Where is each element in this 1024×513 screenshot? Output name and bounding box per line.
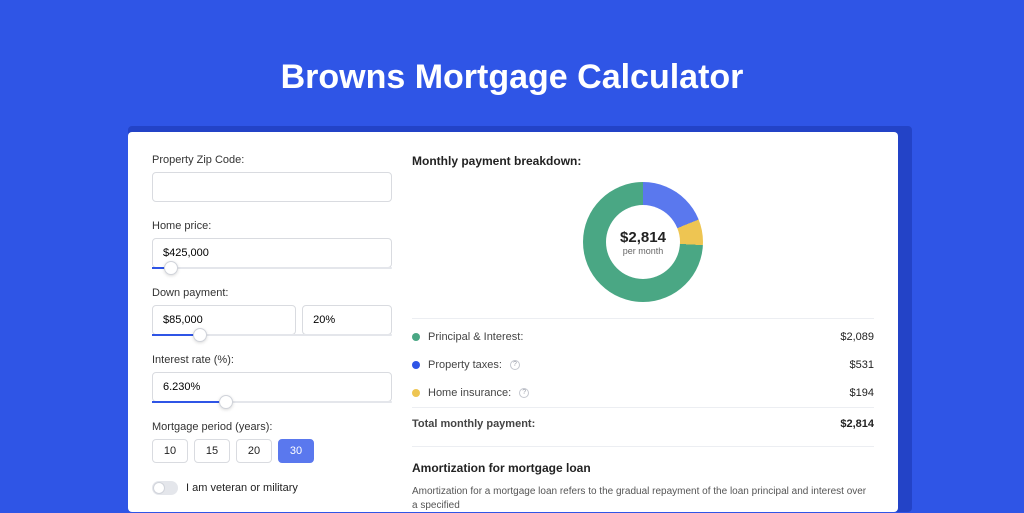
home-price-slider[interactable] [152,267,392,269]
interest-label: Interest rate (%): [152,354,392,366]
interest-group: Interest rate (%): [152,354,392,403]
home-price-group: Home price: [152,220,392,269]
amortization-title: Amortization for mortgage loan [412,461,874,475]
donut-center: $2,814 per month [606,205,680,279]
breakdown-column: Monthly payment breakdown: $2,814 per mo… [412,154,874,512]
slider-thumb[interactable] [219,395,233,409]
page-title: Browns Mortgage Calculator [0,0,1024,119]
down-payment-pct-input[interactable] [302,305,392,335]
period-row: 10 15 20 30 [152,439,392,463]
slider-thumb[interactable] [164,261,178,275]
period-option-15[interactable]: 15 [194,439,230,463]
zip-label: Property Zip Code: [152,154,392,166]
legend-row-taxes: Property taxes: ? $531 [412,351,874,379]
legend: Principal & Interest: $2,089 Property ta… [412,318,874,438]
legend-value: $2,089 [840,331,874,343]
help-icon[interactable]: ? [519,388,529,398]
legend-row-insurance: Home insurance: ? $194 [412,379,874,407]
dot-icon [412,361,420,369]
legend-label: Property taxes: [428,359,502,371]
form-column: Property Zip Code: Home price: Down paym… [152,154,392,512]
donut-sub: per month [623,246,664,256]
veteran-toggle[interactable] [152,481,178,495]
period-group: Mortgage period (years): 10 15 20 30 [152,421,392,463]
breakdown-title: Monthly payment breakdown: [412,154,874,168]
donut-amount: $2,814 [620,229,666,246]
legend-value: $531 [850,359,874,371]
calculator-panel: Property Zip Code: Home price: Down paym… [128,132,898,512]
interest-slider[interactable] [152,401,392,403]
slider-thumb[interactable] [193,328,207,342]
down-payment-group: Down payment: [152,287,392,336]
period-option-10[interactable]: 10 [152,439,188,463]
donut-chart-wrap: $2,814 per month [412,178,874,318]
amortization-section: Amortization for mortgage loan Amortizat… [412,446,874,513]
amortization-text: Amortization for a mortgage loan refers … [412,485,874,513]
veteran-row: I am veteran or military [152,481,392,495]
down-payment-label: Down payment: [152,287,392,299]
down-payment-input[interactable] [152,305,296,335]
home-price-input[interactable] [152,238,392,268]
legend-value: $194 [850,387,874,399]
interest-input[interactable] [152,372,392,402]
zip-input[interactable] [152,172,392,202]
period-option-20[interactable]: 20 [236,439,272,463]
home-price-label: Home price: [152,220,392,232]
dot-icon [412,333,420,341]
legend-label: Home insurance: [428,387,511,399]
veteran-label: I am veteran or military [186,482,298,494]
total-value: $2,814 [840,418,874,430]
legend-row-principal: Principal & Interest: $2,089 [412,323,874,351]
donut-chart: $2,814 per month [583,182,703,302]
period-label: Mortgage period (years): [152,421,392,433]
zip-group: Property Zip Code: [152,154,392,202]
period-option-30[interactable]: 30 [278,439,314,463]
dot-icon [412,389,420,397]
help-icon[interactable]: ? [510,360,520,370]
legend-row-total: Total monthly payment: $2,814 [412,407,874,438]
legend-label: Principal & Interest: [428,331,523,343]
total-label: Total monthly payment: [412,418,535,430]
down-payment-slider[interactable] [152,334,392,336]
